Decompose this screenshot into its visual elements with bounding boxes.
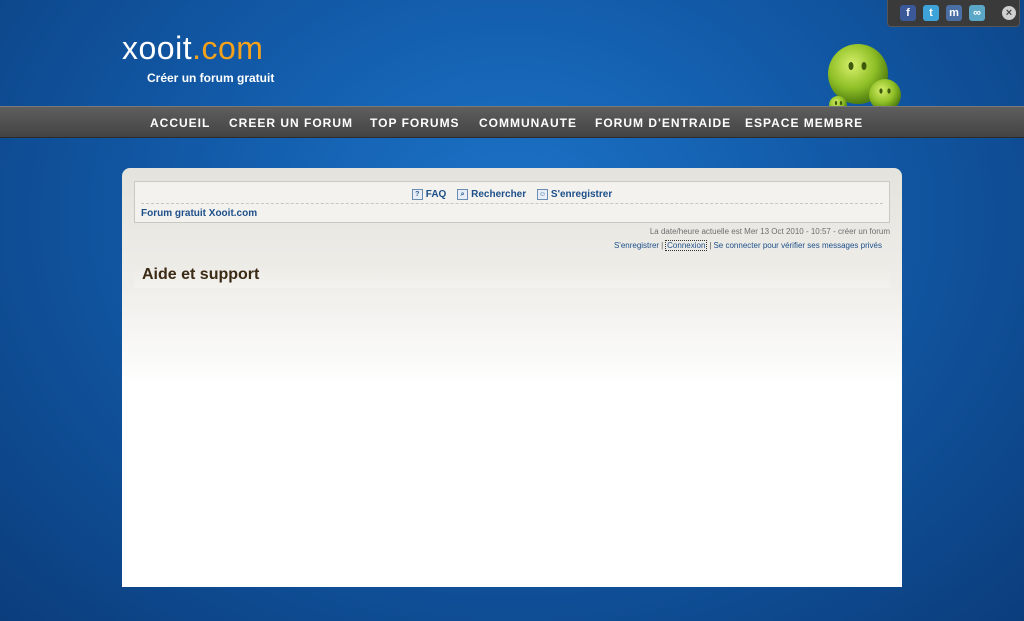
separator: | bbox=[709, 241, 712, 250]
check-messages-link[interactable]: Se connecter pour vérifier ses messages … bbox=[713, 241, 882, 250]
twitter-icon[interactable]: t bbox=[923, 5, 939, 21]
current-datetime: La date/heure actuelle est Mer 13 Oct 20… bbox=[649, 227, 890, 236]
login-link[interactable]: Connexion bbox=[665, 240, 708, 251]
main-nav: ACCUEIL CREER UN FORUM TOP FORUMS COMMUN… bbox=[0, 106, 1024, 138]
nav-accueil[interactable]: ACCUEIL bbox=[150, 116, 210, 130]
faq-label: FAQ bbox=[425, 189, 447, 200]
register-label: S'enregistrer bbox=[550, 189, 613, 200]
facebook-icon[interactable]: f bbox=[900, 5, 916, 21]
nav-espace-membre[interactable]: ESPACE MEMBRE bbox=[745, 116, 863, 130]
content-panel: ? FAQ ⌕ Rechercher ☺ S'enregistrer Forum gr… bbox=[122, 168, 902, 587]
faq-link[interactable]: ? FAQ bbox=[411, 189, 447, 200]
forum-header-box: ? FAQ ⌕ Rechercher ☺ S'enregistrer Forum gr… bbox=[134, 181, 890, 223]
register-user-link[interactable]: S'enregistrer bbox=[614, 241, 659, 250]
tagline: Créer un forum gratuit bbox=[147, 71, 275, 85]
faq-icon: ? bbox=[411, 189, 423, 200]
myspace-icon[interactable]: m bbox=[946, 5, 962, 21]
close-icon[interactable]: × bbox=[1002, 6, 1016, 20]
nav-communaute[interactable]: COMMUNAUTE bbox=[479, 116, 577, 130]
search-icon: ⌕ bbox=[457, 189, 469, 200]
nav-creer-un-forum[interactable]: CREER UN FORUM bbox=[229, 116, 353, 130]
social-bar: f t m ∞ × bbox=[887, 0, 1020, 27]
site-header: xooit.com Créer un forum gratuit f t m ∞… bbox=[0, 0, 1024, 116]
page-title: Aide et support bbox=[142, 266, 260, 283]
user-links: S'enregistrer | Connexion | Se connecter pou… bbox=[614, 240, 882, 251]
nav-forum-entraide[interactable]: FORUM D'ENTRAIDE bbox=[595, 116, 731, 130]
register-icon: ☺ bbox=[536, 189, 548, 200]
logo-tld: com bbox=[201, 30, 264, 66]
top-links: ? FAQ ⌕ Rechercher ☺ S'enregistrer bbox=[135, 188, 889, 200]
title-bar: Aide et support bbox=[134, 264, 890, 288]
search-label: Rechercher bbox=[471, 189, 527, 200]
logo-main: xooit bbox=[122, 30, 193, 66]
xooit-logo[interactable]: xooit.com bbox=[122, 30, 263, 67]
share-icon[interactable]: ∞ bbox=[969, 5, 985, 21]
search-link[interactable]: ⌕ Rechercher bbox=[457, 189, 526, 200]
separator: | bbox=[661, 241, 664, 250]
register-link[interactable]: ☺ S'enregistrer bbox=[536, 189, 613, 200]
divider bbox=[141, 203, 883, 204]
breadcrumb[interactable]: Forum gratuit Xooit.com bbox=[141, 208, 257, 219]
nav-top-forums[interactable]: TOP FORUMS bbox=[370, 116, 460, 130]
